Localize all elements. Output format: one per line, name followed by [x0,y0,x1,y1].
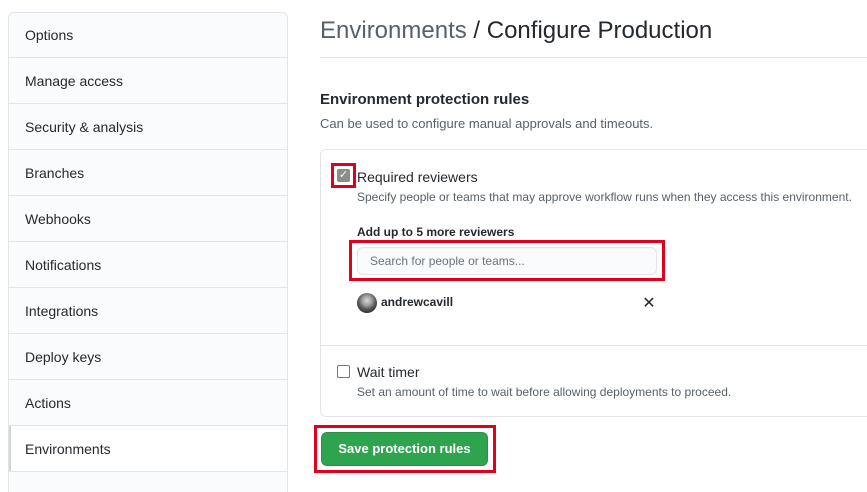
add-reviewers-label: Add up to 5 more reviewers [357,225,515,239]
sidebar-item-options[interactable]: Options [9,13,287,58]
page-title-text: Configure Production [486,17,713,44]
close-icon[interactable]: ✕ [641,294,657,312]
sidebar-item-environments[interactable]: Environments [9,426,287,472]
wait-timer-label[interactable]: Wait timer [357,364,419,380]
check-icon: ✓ [338,168,349,181]
page-title: Environments / Configure Production [320,14,867,48]
required-reviewers-label[interactable]: Required reviewers [357,169,478,185]
sidebar-item-actions[interactable]: Actions [9,380,287,426]
sidebar-item-webhooks[interactable]: Webhooks [9,196,287,242]
wait-timer-checkbox[interactable] [337,365,350,378]
reviewer-search-input[interactable] [357,247,657,275]
required-reviewers-note: Specify people or teams that may approve… [357,190,852,204]
rule-divider [321,345,867,346]
settings-sidebar: Options Manage access Security & analysi… [8,12,288,492]
page-header: Environments / Configure Production [320,14,867,58]
sidebar-item-integrations[interactable]: Integrations [9,288,287,334]
section-title: Environment protection rules [320,91,530,108]
sidebar-item-deploy-keys[interactable]: Deploy keys [9,334,287,380]
sidebar-item-notifications[interactable]: Notifications [9,242,287,288]
sidebar-item-branches[interactable]: Branches [9,150,287,196]
required-reviewers-checkbox[interactable]: ✓ [337,168,350,182]
avatar [357,293,377,313]
breadcrumb-environments-link[interactable]: Environments [320,17,467,44]
section-description: Can be used to configure manual approval… [320,116,654,131]
breadcrumb-separator: / [466,17,487,44]
sidebar-item-manage-access[interactable]: Manage access [9,58,287,104]
reviewer-name: andrewcavill [381,295,454,309]
sidebar-item-security-analysis[interactable]: Security & analysis [9,104,287,150]
wait-timer-note: Set an amount of time to wait before all… [357,385,732,399]
save-protection-rules-button[interactable]: Save protection rules [321,432,488,466]
